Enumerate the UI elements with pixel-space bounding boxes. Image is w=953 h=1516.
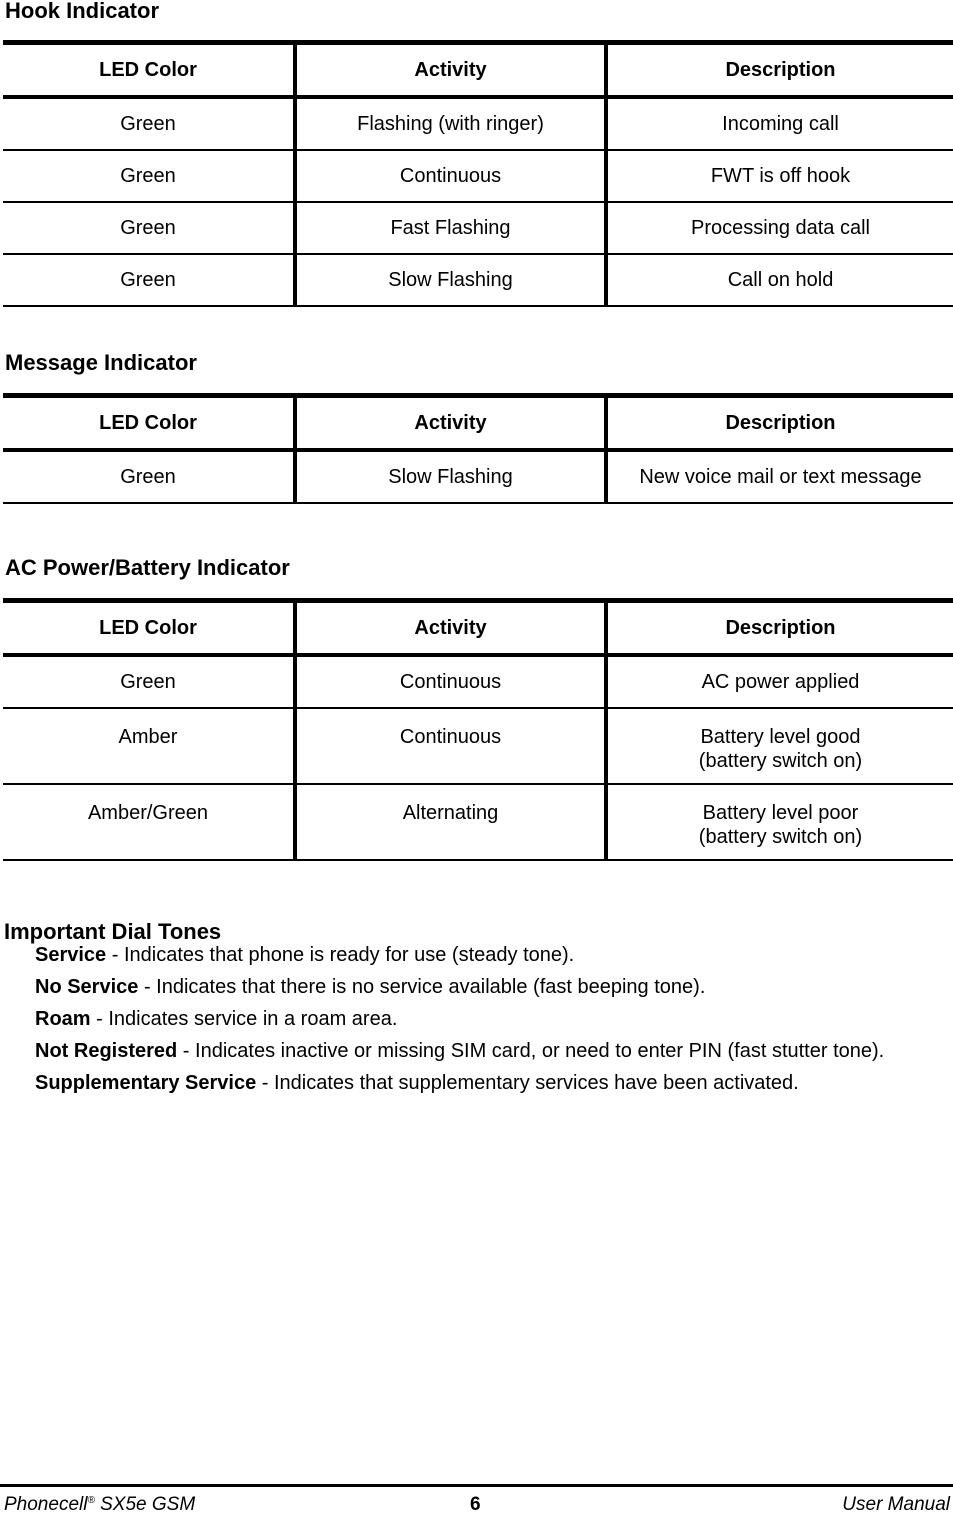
description-line-2: (battery switch on) xyxy=(698,750,863,772)
cell-led-color: Amber xyxy=(3,708,297,785)
cell-description: AC power applied xyxy=(606,655,953,709)
header-description: Description xyxy=(606,393,953,452)
table-header-row: LED Color Activity Description xyxy=(3,598,953,657)
cell-activity: Alternating xyxy=(295,784,608,861)
dial-tone-term: Not Registered xyxy=(35,1040,178,1062)
header-description: Description xyxy=(606,40,953,99)
dial-tone-term: Supplementary Service xyxy=(35,1072,257,1094)
cell-activity: Continuous xyxy=(295,655,608,709)
list-item: Service - Indicates that phone is ready … xyxy=(35,943,949,975)
table-row: Green Slow Flashing Call on hold xyxy=(3,254,953,307)
header-led-color: LED Color xyxy=(3,40,297,99)
footer-divider xyxy=(0,1484,953,1487)
table-row: Green Fast Flashing Processing data call xyxy=(3,202,953,255)
cell-activity: Continuous xyxy=(295,708,608,785)
list-item: Roam - Indicates service in a roam area. xyxy=(35,1007,949,1039)
table-row: Green Slow Flashing New voice mail or te… xyxy=(3,450,953,504)
header-led-color: LED Color xyxy=(3,598,297,657)
header-led-color: LED Color xyxy=(3,393,297,452)
dial-tone-term: Roam xyxy=(35,1008,91,1030)
ac-power-indicator-table: LED Color Activity Description Green Con… xyxy=(3,598,953,861)
cell-description: FWT is off hook xyxy=(606,150,953,203)
cell-activity: Slow Flashing xyxy=(295,254,608,307)
header-activity: Activity xyxy=(295,40,608,99)
cell-activity: Slow Flashing xyxy=(295,450,608,504)
cell-led-color: Green xyxy=(3,97,297,151)
dial-tones-section: Important Dial Tones Service - Indicates… xyxy=(4,920,949,1103)
cell-led-color: Green xyxy=(3,254,297,307)
header-activity: Activity xyxy=(295,598,608,657)
message-indicator-title: Message Indicator xyxy=(5,350,197,375)
cell-led-color: Green xyxy=(3,202,297,255)
dial-tone-description: - Indicates that there is no service ava… xyxy=(138,976,706,998)
cell-description: New voice mail or text message xyxy=(606,450,953,504)
product-model: SX5e GSM xyxy=(94,1494,196,1515)
dial-tone-term: Service xyxy=(35,944,107,966)
dial-tones-title: Important Dial Tones xyxy=(4,919,222,944)
page-number: 6 xyxy=(470,1494,481,1515)
cell-led-color: Green xyxy=(3,450,297,504)
description-line-1: Battery level good xyxy=(700,726,861,748)
list-item: No Service - Indicates that there is no … xyxy=(35,975,949,1007)
hook-indicator-title: Hook Indicator xyxy=(5,0,160,23)
dial-tone-description: - Indicates that phone is ready for use … xyxy=(106,944,575,966)
registered-mark: ® xyxy=(87,1495,95,1506)
description-line-2: (battery switch on) xyxy=(698,826,863,848)
page-footer: Phonecell® SX5e GSM 6 User Manual xyxy=(0,1494,953,1516)
cell-activity: Continuous xyxy=(295,150,608,203)
cell-description: Call on hold xyxy=(606,254,953,307)
table-row: Amber/Green Alternating Battery level po… xyxy=(3,784,953,861)
dial-tone-description: - Indicates service in a roam area. xyxy=(90,1008,398,1030)
hook-indicator-table: LED Color Activity Description Green Fla… xyxy=(3,40,953,307)
list-item: Supplementary Service - Indicates that s… xyxy=(35,1071,949,1103)
ac-power-indicator-title: AC Power/Battery Indicator xyxy=(5,555,290,580)
dial-tone-term: No Service xyxy=(35,976,139,998)
cell-activity: Fast Flashing xyxy=(295,202,608,255)
message-indicator-table: LED Color Activity Description Green Slo… xyxy=(3,393,953,504)
product-brand: Phonecell xyxy=(4,1494,88,1515)
table-header-row: LED Color Activity Description xyxy=(3,40,953,99)
cell-description: Incoming call xyxy=(606,97,953,151)
header-description: Description xyxy=(606,598,953,657)
dial-tone-description: - Indicates inactive or missing SIM card… xyxy=(177,1040,885,1062)
cell-led-color: Green xyxy=(3,655,297,709)
cell-description: Processing data call xyxy=(606,202,953,255)
cell-led-color: Green xyxy=(3,150,297,203)
dial-tone-description: - Indicates that supplementary services … xyxy=(256,1072,799,1094)
list-item: Not Registered - Indicates inactive or m… xyxy=(35,1039,949,1071)
description-line-1: Battery level poor xyxy=(702,802,859,824)
footer-document-type: User Manual xyxy=(842,1494,950,1515)
cell-description: Battery level poor (battery switch on) xyxy=(606,784,953,861)
table-row: Green Continuous FWT is off hook xyxy=(3,150,953,203)
table-row: Green Flashing (with ringer) Incoming ca… xyxy=(3,97,953,151)
cell-led-color: Amber/Green xyxy=(3,784,297,861)
table-row: Amber Continuous Battery level good (bat… xyxy=(3,708,953,785)
table-row: Green Continuous AC power applied xyxy=(3,655,953,709)
header-activity: Activity xyxy=(295,393,608,452)
cell-description: Battery level good (battery switch on) xyxy=(606,708,953,785)
footer-product-name: Phonecell® SX5e GSM xyxy=(4,1494,195,1516)
table-header-row: LED Color Activity Description xyxy=(3,393,953,452)
cell-activity: Flashing (with ringer) xyxy=(295,97,608,151)
dial-tones-list: Service - Indicates that phone is ready … xyxy=(4,943,949,1103)
